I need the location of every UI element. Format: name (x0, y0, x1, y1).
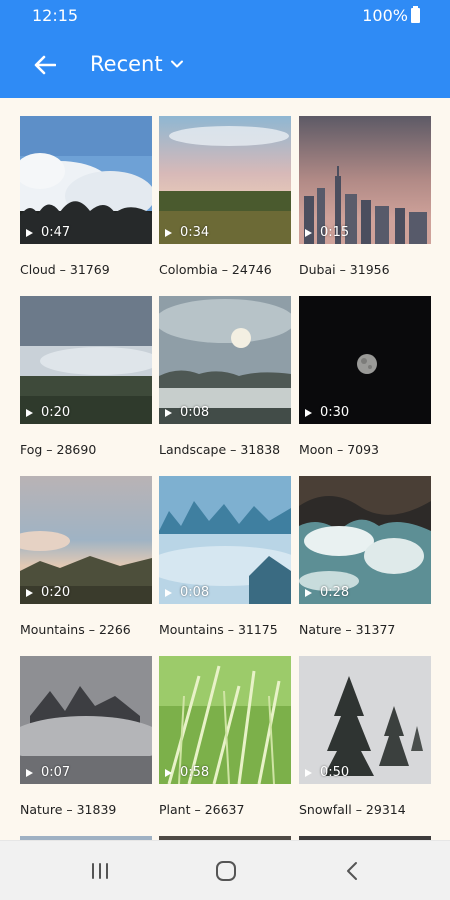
play-icon (165, 768, 172, 777)
play-icon (26, 588, 33, 597)
status-bar: 12:15 100% (0, 0, 450, 32)
battery-indicator: 100% (362, 6, 420, 25)
video-duration: 0:15 (305, 225, 349, 240)
video-item[interactable]: 0:34 Colombia – 24746 (159, 116, 291, 277)
video-item[interactable]: 0:28 Nature – 31377 (299, 476, 431, 637)
video-caption: Mountains – 2266 (20, 622, 131, 637)
video-duration: 0:08 (165, 585, 209, 600)
video-duration: 0:20 (26, 405, 70, 420)
play-icon (165, 228, 172, 237)
back-chevron-icon (347, 862, 357, 880)
video-item[interactable]: 0:08 Landscape – 31838 (159, 296, 291, 457)
video-duration: 0:50 (305, 765, 349, 780)
video-thumbnail[interactable]: 0:07 (20, 656, 152, 784)
video-item[interactable]: 0:50 Snowfall – 29314 (299, 656, 431, 817)
video-caption: Colombia – 24746 (159, 262, 272, 277)
play-icon (305, 408, 312, 417)
video-caption: Mountains – 31175 (159, 622, 278, 637)
video-thumbnail[interactable]: 0:28 (299, 476, 431, 604)
system-navigation-bar (0, 840, 450, 900)
recent-apps-button[interactable] (85, 859, 115, 883)
video-duration: 0:34 (165, 225, 209, 240)
video-caption: Plant – 26637 (159, 802, 245, 817)
video-duration: 0:20 (26, 585, 70, 600)
video-caption: Snowfall – 29314 (299, 802, 406, 817)
video-caption: Landscape – 31838 (159, 442, 281, 457)
video-thumbnail[interactable]: 0:34 (159, 116, 291, 244)
recent-apps-icon (92, 863, 108, 879)
video-caption: Moon – 7093 (299, 442, 380, 457)
video-item[interactable]: 0:20 Mountains – 2266 (20, 476, 152, 637)
battery-icon (411, 6, 420, 23)
video-thumbnail[interactable]: 0:20 (20, 476, 152, 604)
video-caption: Cloud – 31769 (20, 262, 110, 277)
video-duration: 0:08 (165, 405, 209, 420)
album-selector[interactable]: Recent (90, 52, 185, 76)
chevron-down-icon (170, 60, 183, 68)
video-thumbnail[interactable]: 0:47 (20, 116, 152, 244)
play-icon (165, 408, 172, 417)
video-item[interactable]: 0:07 Nature – 31839 (20, 656, 152, 817)
video-thumbnail[interactable]: 0:50 (299, 656, 431, 784)
video-duration: 0:28 (305, 585, 349, 600)
video-thumbnail[interactable]: 0:30 (299, 296, 431, 424)
video-item[interactable]: 0:20 Fog – 28690 (20, 296, 152, 457)
video-item[interactable]: 0:30 Moon – 7093 (299, 296, 431, 457)
play-icon (26, 768, 33, 777)
home-button[interactable] (211, 859, 241, 883)
app-bar: Recent (0, 32, 450, 98)
home-icon (216, 861, 236, 881)
play-icon (305, 228, 312, 237)
page-title: Recent (90, 52, 163, 76)
video-duration: 0:07 (26, 765, 70, 780)
video-item[interactable]: 0:08 Mountains – 31175 (159, 476, 291, 637)
video-duration: 0:47 (26, 225, 70, 240)
play-icon (26, 408, 33, 417)
video-caption: Nature – 31839 (20, 802, 117, 817)
video-item[interactable]: 0:47 Cloud – 31769 (20, 116, 152, 277)
video-duration: 0:30 (305, 405, 349, 420)
play-icon (26, 228, 33, 237)
video-caption: Fog – 28690 (20, 442, 97, 457)
video-grid: 0:47 Cloud – 31769 0:34 Colombia – 24746 (0, 98, 450, 840)
play-icon (305, 588, 312, 597)
play-icon (305, 768, 312, 777)
video-thumbnail[interactable]: 0:08 (159, 296, 291, 424)
video-duration: 0:58 (165, 765, 209, 780)
video-thumbnail[interactable]: 0:58 (159, 656, 291, 784)
play-icon (165, 588, 172, 597)
video-thumbnail[interactable]: 0:20 (20, 296, 152, 424)
battery-percent: 100% (362, 6, 408, 25)
video-thumbnail[interactable]: 0:15 (299, 116, 431, 244)
video-caption: Dubai – 31956 (299, 262, 390, 277)
status-time: 12:15 (32, 6, 79, 25)
video-item[interactable]: 0:15 Dubai – 31956 (299, 116, 431, 277)
video-thumbnail[interactable]: 0:08 (159, 476, 291, 604)
nav-back-button[interactable] (337, 859, 367, 883)
back-button[interactable] (26, 46, 64, 84)
arrow-left-icon (34, 55, 56, 75)
video-caption: Nature – 31377 (299, 622, 396, 637)
video-item[interactable]: 0:58 Plant – 26637 (159, 656, 291, 817)
